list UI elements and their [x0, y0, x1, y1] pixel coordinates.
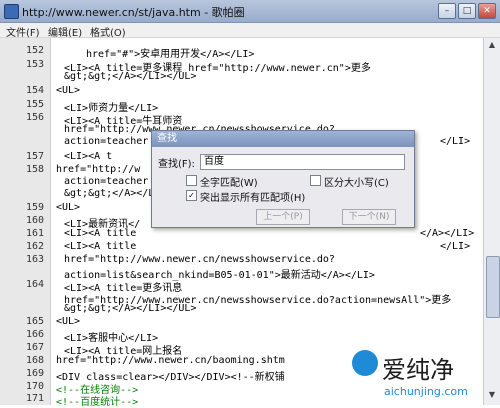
close-button[interactable]: ✕	[478, 3, 496, 19]
watermark-brand-cn: 爱纯净	[382, 356, 454, 384]
match-whole-word-label: 全字匹配(W)	[200, 178, 258, 189]
line-number: 153	[25, 59, 44, 70]
code-line: href="#">安卓用用开发</A></LI>	[86, 49, 255, 60]
watermark-logo-icon	[352, 350, 378, 376]
previous-match-button[interactable]: 上一个(P)	[256, 209, 310, 225]
find-dialog-title: 查找	[152, 131, 414, 147]
code-line: <UL>	[56, 85, 81, 96]
code-line: <LI><A title	[64, 228, 137, 239]
code-line-fragment: </A></LI>	[420, 228, 475, 239]
title-bar: http://www.newer.cn/st/java.htm - 歌帕圈 – …	[0, 0, 500, 23]
code-line: <!--百度统计-->	[56, 397, 139, 408]
code-line: <LI><A title	[64, 241, 137, 252]
line-number: 160	[25, 215, 44, 226]
code-line: action=teacher	[64, 176, 149, 187]
line-number: 158	[25, 164, 44, 175]
match-whole-word-checkbox[interactable]	[186, 175, 197, 186]
code-line: <LI><A t	[64, 151, 113, 162]
scroll-up-icon[interactable]: ▲	[486, 40, 498, 52]
line-number: 170	[25, 381, 44, 392]
highlight-all-checkbox[interactable]: ✓	[186, 190, 197, 201]
minimize-button[interactable]: –	[438, 3, 456, 19]
line-number: 162	[25, 241, 44, 252]
menu-format[interactable]: 格式(O)	[90, 24, 126, 39]
menu-edit[interactable]: 编辑(E)	[48, 24, 82, 39]
code-line: <UL>	[56, 202, 81, 213]
line-number: 163	[25, 254, 44, 265]
line-number: 167	[25, 342, 44, 353]
match-case-label: 区分大小写(C)	[324, 178, 389, 189]
maximize-button[interactable]: □	[458, 3, 476, 19]
scroll-down-icon[interactable]: ▼	[486, 390, 498, 402]
code-line: action=teacher	[64, 136, 149, 147]
menu-file[interactable]: 文件(F)	[6, 24, 40, 39]
line-number: 161	[25, 228, 44, 239]
code-line-fragment: </LI>	[440, 136, 471, 147]
next-match-button[interactable]: 下一个(N)	[342, 209, 396, 225]
scroll-thumb[interactable]	[486, 256, 500, 318]
line-number: 168	[25, 355, 44, 366]
app-icon	[4, 4, 19, 19]
find-dialog: 查找 查找(F): 百度 全字匹配(W) 区分大小写(C) ✓ 突出显示所有匹配…	[151, 130, 415, 228]
code-line-fragment: </LI>	[440, 241, 471, 252]
watermark-brand-en: aichunjing.com	[384, 385, 468, 398]
vertical-scrollbar[interactable]: ▲ ▼	[483, 38, 500, 405]
code-line: href="http://www.newer.cn/newsshowservic…	[64, 254, 335, 265]
code-line: <UL>	[56, 316, 81, 327]
menu-bar: 文件(F) 编辑(E) 格式(O)	[0, 23, 500, 39]
line-number: 165	[25, 316, 44, 327]
highlight-all-label: 突出显示所有匹配项(H)	[200, 193, 306, 204]
find-input[interactable]: 百度	[200, 154, 405, 170]
line-number: 171	[25, 393, 44, 404]
line-number: 156	[25, 112, 44, 123]
line-number: 152	[25, 45, 44, 56]
line-number: 159	[25, 202, 44, 213]
line-number: 157	[25, 151, 44, 162]
line-number: 169	[25, 368, 44, 379]
code-line: href="http://w	[56, 164, 141, 175]
code-line: href="http://www.newer.cn/baoming.shtm	[56, 355, 285, 366]
code-line: &gt;&gt;</A></LI></UL>	[64, 71, 197, 82]
find-label: 查找(F):	[158, 159, 195, 170]
line-number: 154	[25, 85, 44, 96]
line-number: 166	[25, 329, 44, 340]
window-title: http://www.newer.cn/st/java.htm - 歌帕圈	[22, 6, 245, 19]
match-case-checkbox[interactable]	[310, 175, 321, 186]
line-number: 155	[25, 99, 44, 110]
line-number: 164	[25, 279, 44, 290]
code-line: &gt;&gt;</A></LI></UL>	[64, 303, 197, 314]
